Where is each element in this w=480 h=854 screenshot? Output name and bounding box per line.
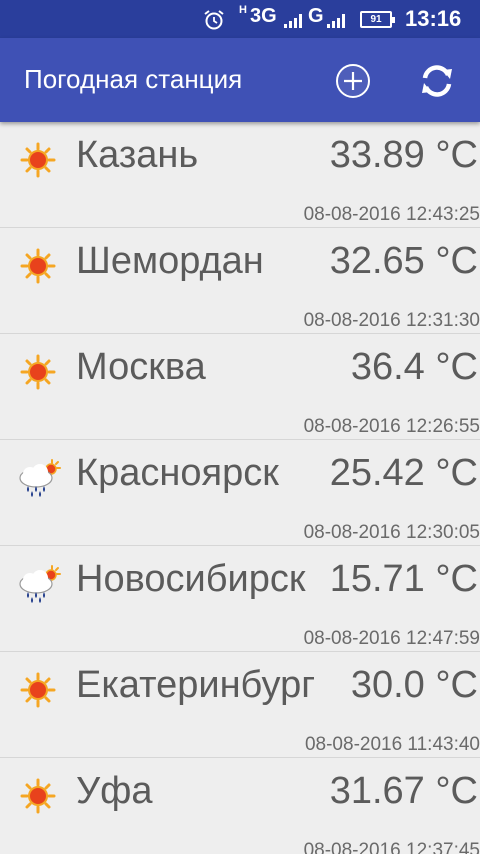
city-list: Казань 33.89 °C 08-08-2016 12:43:25 Шемо… — [0, 122, 480, 854]
list-item[interactable]: Москва 36.4 °C 08-08-2016 12:26:55 — [0, 334, 480, 440]
clock: 13:16 — [405, 6, 462, 31]
sun-icon — [14, 352, 62, 392]
city-name: Уфа — [76, 770, 153, 812]
updated-time: 08-08-2016 12:47:59 — [303, 628, 480, 649]
page-title: Погодная станция — [24, 64, 243, 94]
refresh-icon[interactable] — [416, 60, 458, 102]
list-item[interactable]: Красноярск 25.42 °C 08-08-2016 12:30:05 — [0, 440, 480, 546]
list-item[interactable]: Уфа 31.67 °C 08-08-2016 12:37:45 — [0, 758, 480, 854]
alarm-clock-icon — [204, 10, 224, 30]
temperature: 30.0 °C — [350, 664, 478, 706]
battery-icon: 91 — [360, 11, 395, 28]
temperature: 25.42 °C — [329, 452, 478, 494]
updated-time: 08-08-2016 12:37:45 — [303, 840, 480, 854]
network-type-2: G — [308, 5, 324, 27]
city-name: Красноярск — [76, 452, 279, 494]
updated-time: 08-08-2016 12:30:05 — [303, 522, 480, 543]
city-name: Казань — [76, 134, 199, 176]
signal-icon — [284, 14, 302, 28]
network-type-small: H — [239, 4, 247, 16]
sun-icon — [14, 140, 62, 180]
list-item[interactable]: Шемордан 32.65 °C 08-08-2016 12:31:30 — [0, 228, 480, 334]
rain-cloud-sun-icon — [14, 458, 62, 498]
status-bar: H 3G G 91 13:16 — [0, 0, 480, 38]
list-item[interactable]: Новосибирск 15.71 °C 08-08-2016 12:47:59 — [0, 546, 480, 652]
temperature: 32.65 °C — [329, 240, 478, 282]
add-circle-icon[interactable] — [334, 62, 372, 100]
sun-icon — [14, 776, 62, 816]
temperature: 33.89 °C — [329, 134, 478, 176]
city-name: Шемордан — [76, 240, 264, 282]
city-name: Екатеринбург — [76, 664, 316, 706]
network-type: 3G — [250, 5, 277, 27]
updated-time: 08-08-2016 12:43:25 — [303, 204, 480, 225]
temperature: 31.67 °C — [329, 770, 478, 812]
updated-time: 08-08-2016 12:31:30 — [303, 310, 480, 331]
updated-time: 08-08-2016 11:43:40 — [304, 734, 480, 755]
battery-level: 91 — [370, 14, 382, 25]
updated-time: 08-08-2016 12:26:55 — [303, 416, 480, 437]
city-name: Новосибирск — [76, 558, 306, 600]
rain-cloud-sun-icon — [14, 564, 62, 604]
city-name: Москва — [76, 346, 206, 388]
temperature: 15.71 °C — [329, 558, 478, 600]
temperature: 36.4 °C — [350, 346, 478, 388]
list-item[interactable]: Екатеринбург 30.0 °C 08-08-2016 11:43:40 — [0, 652, 480, 758]
sun-icon — [14, 246, 62, 286]
list-item[interactable]: Казань 33.89 °C 08-08-2016 12:43:25 — [0, 122, 480, 228]
sun-icon — [14, 670, 62, 710]
signal-icon — [327, 14, 345, 28]
app-bar: Погодная станция — [0, 38, 480, 122]
